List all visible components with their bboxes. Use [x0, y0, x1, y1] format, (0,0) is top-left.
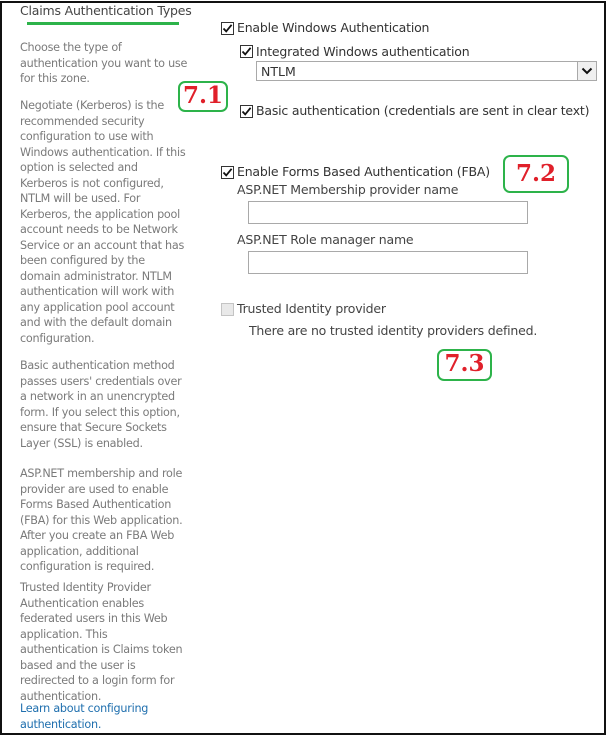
description-zone: Choose the type of authentication you wa…: [20, 41, 188, 85]
annotation-badge-7-2: 7.2: [503, 155, 569, 193]
role-manager-input[interactable]: [248, 251, 528, 274]
checkmark-icon: [222, 24, 233, 33]
trusted-identity-checkbox[interactable]: [221, 303, 234, 316]
auth-provider-value: NTLM: [261, 64, 296, 79]
learn-more-link[interactable]: Learn about configuring authentication.: [20, 701, 188, 732]
description-trusted: Trusted Identity Provider Authentication…: [20, 581, 183, 703]
integrated-windows-auth-checkbox[interactable]: [240, 45, 253, 58]
chevron-down-icon[interactable]: [577, 62, 596, 80]
description-basic: Basic authentication method passes users…: [20, 359, 182, 450]
section-title: Claims Authentication Types: [20, 3, 192, 18]
membership-provider-input[interactable]: [248, 201, 528, 224]
no-trusted-providers-message: There are no trusted identity providers …: [249, 323, 538, 338]
auth-provider-select[interactable]: NTLM: [256, 61, 597, 81]
role-manager-label: ASP.NET Role manager name: [237, 232, 414, 247]
enable-windows-auth-label[interactable]: Enable Windows Authentication: [237, 20, 429, 35]
checkmark-icon: [222, 168, 233, 177]
checkmark-icon: [241, 107, 252, 116]
membership-provider-label: ASP.NET Membership provider name: [237, 182, 459, 197]
annotation-badge-7-3: 7.3: [437, 349, 492, 381]
trusted-identity-label: Trusted Identity provider: [237, 301, 386, 316]
description-fba: ASP.NET membership and role provider are…: [20, 467, 183, 573]
basic-auth-label[interactable]: Basic authentication (credentials are se…: [256, 103, 589, 118]
integrated-windows-auth-label[interactable]: Integrated Windows authentication: [256, 44, 470, 59]
enable-windows-auth-checkbox[interactable]: [221, 22, 234, 35]
basic-auth-checkbox[interactable]: [240, 105, 253, 118]
description-kerberos: Negotiate (Kerberos) is the recommended …: [20, 99, 186, 345]
title-underline: [27, 22, 179, 25]
annotation-badge-7-1: 7.1: [178, 81, 228, 112]
enable-fba-checkbox[interactable]: [221, 166, 234, 179]
checkmark-icon: [241, 47, 252, 56]
enable-fba-label[interactable]: Enable Forms Based Authentication (FBA): [237, 164, 490, 179]
